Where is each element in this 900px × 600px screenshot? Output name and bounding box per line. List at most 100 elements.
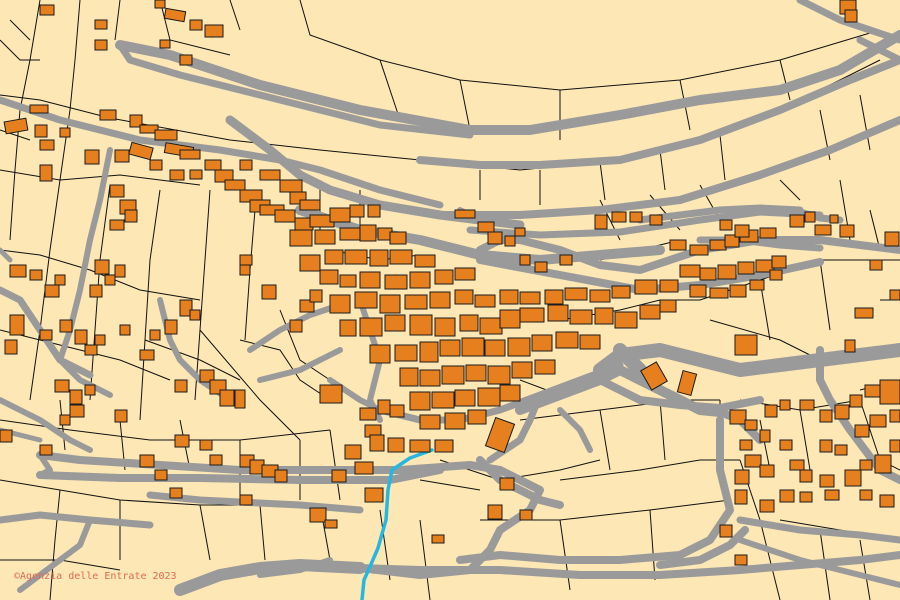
building bbox=[819, 474, 835, 488]
parcel-line bbox=[819, 259, 831, 331]
building bbox=[431, 534, 445, 544]
building bbox=[174, 434, 190, 448]
building bbox=[409, 439, 431, 453]
building bbox=[314, 229, 336, 245]
building bbox=[169, 487, 183, 499]
building bbox=[239, 254, 253, 266]
building bbox=[359, 224, 377, 242]
building bbox=[299, 254, 321, 272]
building bbox=[39, 444, 53, 456]
building bbox=[128, 141, 154, 161]
building bbox=[163, 7, 187, 23]
building bbox=[465, 364, 487, 382]
building bbox=[659, 279, 679, 293]
building bbox=[369, 344, 391, 364]
parcel-line bbox=[0, 39, 40, 61]
building bbox=[759, 227, 777, 239]
building bbox=[309, 507, 327, 523]
building bbox=[169, 169, 185, 181]
building bbox=[329, 294, 351, 314]
building bbox=[519, 509, 533, 521]
building bbox=[454, 389, 476, 407]
building bbox=[419, 414, 441, 430]
building bbox=[434, 317, 456, 337]
building bbox=[4, 339, 18, 355]
building bbox=[799, 399, 815, 411]
building bbox=[114, 409, 128, 423]
copyright-text: Agenzia delle Entrate 2023 bbox=[20, 571, 177, 582]
building bbox=[239, 494, 253, 506]
building bbox=[224, 179, 246, 191]
map-canvas[interactable] bbox=[0, 0, 900, 600]
building bbox=[94, 19, 108, 30]
building bbox=[889, 289, 900, 301]
building bbox=[744, 454, 762, 468]
building bbox=[34, 124, 48, 138]
building bbox=[174, 379, 188, 393]
building bbox=[594, 307, 614, 325]
building bbox=[39, 329, 53, 341]
building bbox=[769, 269, 783, 281]
building bbox=[611, 211, 627, 223]
building bbox=[729, 409, 747, 425]
building bbox=[204, 24, 224, 38]
building bbox=[559, 254, 573, 266]
building bbox=[564, 287, 588, 301]
parcel-line bbox=[719, 134, 726, 181]
building bbox=[404, 294, 428, 310]
building bbox=[339, 274, 357, 288]
road-segment bbox=[115, 30, 900, 135]
building bbox=[149, 329, 161, 341]
building bbox=[109, 184, 125, 198]
building bbox=[367, 204, 381, 218]
building bbox=[719, 524, 733, 538]
building bbox=[507, 337, 531, 357]
parcel-line bbox=[299, 0, 881, 91]
building bbox=[779, 489, 795, 503]
building bbox=[669, 239, 687, 251]
parcel-line bbox=[659, 149, 666, 191]
building bbox=[344, 249, 368, 265]
building bbox=[504, 235, 516, 247]
parcel-line bbox=[259, 504, 266, 561]
parcel-line bbox=[9, 19, 31, 41]
building bbox=[889, 409, 900, 423]
building bbox=[389, 404, 405, 418]
building bbox=[261, 284, 277, 300]
building bbox=[59, 414, 71, 426]
parcel-line bbox=[709, 319, 821, 361]
road-segment bbox=[557, 407, 593, 453]
building bbox=[634, 279, 658, 295]
building bbox=[487, 231, 503, 245]
building bbox=[364, 487, 384, 503]
building bbox=[199, 439, 213, 451]
building bbox=[84, 384, 96, 396]
building bbox=[844, 339, 856, 353]
building bbox=[499, 384, 521, 402]
building bbox=[484, 339, 506, 357]
parcel-line bbox=[599, 161, 606, 201]
building bbox=[749, 279, 765, 291]
building bbox=[534, 261, 548, 273]
building bbox=[114, 149, 130, 163]
building bbox=[331, 469, 347, 483]
building bbox=[379, 294, 401, 314]
parcel-line bbox=[659, 399, 666, 461]
building bbox=[84, 344, 98, 356]
building bbox=[349, 204, 365, 218]
building bbox=[869, 414, 887, 428]
building bbox=[309, 289, 323, 303]
building bbox=[594, 214, 608, 230]
building bbox=[319, 384, 343, 404]
building bbox=[789, 214, 805, 228]
building bbox=[859, 489, 873, 501]
building bbox=[709, 287, 729, 299]
building bbox=[454, 209, 476, 219]
building bbox=[189, 19, 203, 31]
cadastral-map[interactable]: ©Agenzia delle Entrate 2023 bbox=[0, 0, 900, 600]
building bbox=[579, 334, 601, 350]
building bbox=[734, 469, 750, 485]
building bbox=[799, 491, 813, 503]
building bbox=[369, 434, 385, 452]
building bbox=[467, 409, 487, 425]
